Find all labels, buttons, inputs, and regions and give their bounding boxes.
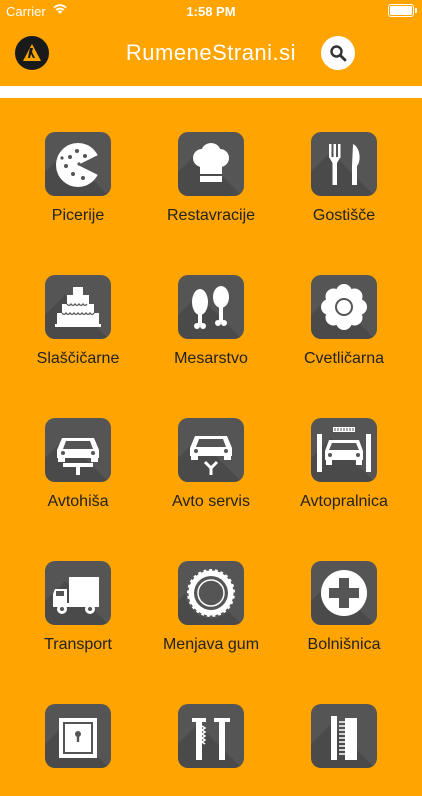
category-tile-mesarstvo[interactable]: Mesarstvo [144,241,278,367]
category-tile-avtohisa[interactable]: Avtohiša [11,384,145,510]
category-tile-cvetlicarna[interactable]: Cvetličarna [277,241,411,367]
category-tile-tools[interactable] [144,670,278,796]
truck-icon [45,561,111,625]
category-label: Restavracije [166,207,256,224]
search-icon [330,45,347,62]
category-label: Avtohiša [47,493,109,510]
category-label: Avtopralnica [300,493,388,510]
category-label: Slaščičarne [36,350,120,367]
category-label: Picerije [51,207,105,224]
pizza-icon [45,132,111,196]
battery-icon [388,4,417,17]
app-title: RumeneStrani.si [125,40,297,65]
safe-icon [45,704,111,768]
category-tile-avtopralnica[interactable]: Avtopralnica [277,384,411,510]
category-tile-avto-servis[interactable]: Avto servis [144,384,278,510]
category-label: Cvetličarna [303,350,385,367]
tire-icon [178,561,244,625]
meat-icon [178,275,244,339]
category-tile-safe[interactable] [11,670,145,796]
fork-knife-icon [311,132,377,196]
cake-icon [45,275,111,339]
search-bar-strip[interactable] [0,86,422,98]
category-label: Mesarstvo [174,350,248,367]
category-tile-restavracije[interactable]: Restavracije [144,98,278,224]
category-grid: Picerije Restavracije Gostišče Slaščičar… [0,98,422,768]
category-tile-slascicarne[interactable]: Slaščičarne [11,241,145,367]
car-wash-icon [311,418,377,482]
category-tile-menjava-gum[interactable]: Menjava gum [144,527,278,653]
flower-icon [311,275,377,339]
status-bar: Carrier 1:58 PM [0,0,422,22]
category-tile-picerije[interactable]: Picerije [11,98,145,224]
tools-icon [178,704,244,768]
comb-icon [311,704,377,768]
category-tile-bolnisnica[interactable]: Bolnišnica [277,527,411,653]
category-tile-gostisce[interactable]: Gostišče [277,98,411,224]
category-label: Avto servis [172,493,250,510]
chef-hat-icon [178,132,244,196]
car-wrench-icon [178,418,244,482]
car-lift-icon [45,418,111,482]
clock: 1:58 PM [186,4,236,19]
navigation-bar: RumeneStrani.si [0,22,422,84]
category-tile-comb[interactable] [277,670,411,796]
category-label: Gostišče [312,207,376,224]
category-label: Transport [44,636,112,653]
category-label: Menjava gum [162,636,260,653]
medical-cross-icon [311,561,377,625]
category-label: Bolnišnica [307,636,381,653]
category-tile-transport[interactable]: Transport [11,527,145,653]
search-button[interactable] [321,36,355,70]
